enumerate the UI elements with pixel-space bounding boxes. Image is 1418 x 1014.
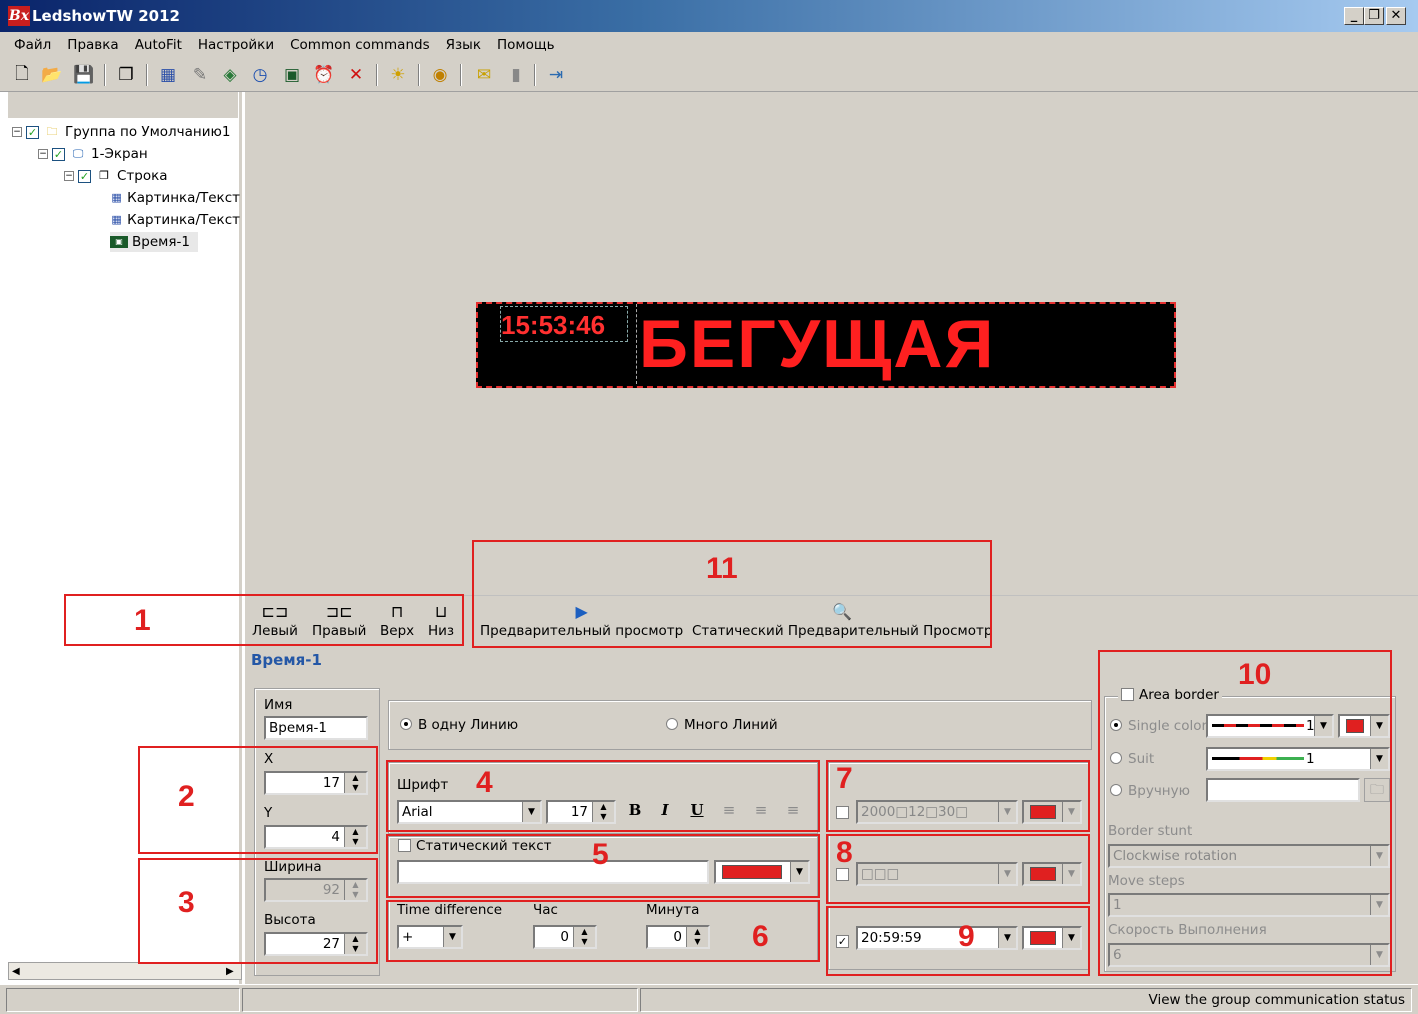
alarm-icon[interactable]: ⏰ bbox=[312, 63, 336, 87]
object-title: Время-1 bbox=[251, 651, 322, 669]
radio-icon bbox=[666, 718, 678, 730]
tree-label-screen: 1-Экран bbox=[91, 146, 148, 162]
lamp-icon[interactable]: ▮ bbox=[504, 63, 528, 87]
tree-label-item: Картинка/Текст bbox=[127, 190, 240, 206]
checkbox-checked-icon[interactable]: ✓ bbox=[26, 125, 39, 139]
annotation-box-7 bbox=[826, 760, 1090, 832]
timer-icon[interactable]: ▣ bbox=[280, 63, 304, 87]
subtitle-icon[interactable]: ✎ bbox=[188, 63, 212, 87]
tree-label-group: Группа по Умолчанию1 bbox=[65, 124, 231, 140]
annotation-box-8 bbox=[826, 834, 1090, 904]
monitor-icon: 🖵 bbox=[72, 147, 84, 160]
collapse-icon[interactable]: − bbox=[64, 171, 74, 181]
clock-element[interactable]: 15:53:46 bbox=[500, 306, 628, 342]
annotation-box-2 bbox=[138, 746, 378, 854]
flash-icon[interactable]: ◈ bbox=[218, 63, 242, 87]
annotation-number: 10 bbox=[1238, 658, 1272, 691]
annotation-number: 2 bbox=[178, 780, 195, 813]
tree-header bbox=[8, 92, 238, 118]
menu-common-commands[interactable]: Common commands bbox=[282, 33, 438, 57]
menu-bar: Файл Правка AutoFit Настройки Common command… bbox=[0, 32, 1418, 58]
new-file-icon[interactable]: 🗋 bbox=[10, 63, 34, 87]
annotation-number: 8 bbox=[836, 836, 853, 869]
clock-icon[interactable]: ◷ bbox=[248, 63, 272, 87]
tree-label-item: Картинка/Текст bbox=[127, 212, 240, 228]
annotation-number: 9 bbox=[958, 920, 975, 953]
brightness-icon[interactable]: ☀ bbox=[386, 63, 410, 87]
checkbox-checked-icon[interactable]: ✓ bbox=[78, 169, 91, 183]
tree-horizontal-scrollbar[interactable] bbox=[8, 962, 242, 980]
multi-line-label: Много Линий bbox=[684, 717, 778, 733]
program-icon: ❐ bbox=[99, 169, 109, 182]
status-cell-1 bbox=[6, 988, 240, 1012]
screens-icon[interactable]: ❐ bbox=[114, 63, 138, 87]
toolbar-separator bbox=[418, 64, 420, 86]
checkbox-checked-icon[interactable]: ✓ bbox=[52, 147, 65, 161]
title-bar: Bx LedshowTW 2012 _ ❐ ✕ bbox=[0, 0, 1418, 32]
annotation-number: 1 bbox=[134, 604, 151, 637]
tree-label-item: Время-1 bbox=[132, 234, 190, 250]
power-icon[interactable]: ◉ bbox=[428, 63, 452, 87]
status-cell-2 bbox=[242, 988, 638, 1012]
name-label: Имя bbox=[264, 697, 293, 713]
scroll-right-icon[interactable]: ▶ bbox=[226, 966, 234, 977]
send-icon[interactable]: ✉ bbox=[472, 63, 496, 87]
open-folder-icon[interactable]: 📂 bbox=[40, 63, 64, 87]
picture-text-icon[interactable]: ▦ bbox=[156, 63, 180, 87]
annotation-box-1 bbox=[64, 594, 464, 646]
close-button[interactable]: ✕ bbox=[1386, 7, 1406, 25]
tree-node-item-selected[interactable]: ▣ Время-1 bbox=[110, 232, 198, 252]
toolbar-separator bbox=[104, 64, 106, 86]
single-line-label: В одну Линию bbox=[418, 717, 519, 733]
annotation-number: 3 bbox=[178, 886, 195, 919]
picture-text-icon: ▦ bbox=[111, 191, 122, 204]
scroll-text-element[interactable]: БЕГУЩАЯ bbox=[636, 304, 995, 384]
restore-button[interactable]: ❐ bbox=[1364, 7, 1384, 25]
radio-selected-icon bbox=[400, 718, 412, 730]
tree-node-item[interactable]: ▦ Картинка/Текст bbox=[110, 188, 240, 208]
toolbar-separator bbox=[146, 64, 148, 86]
collapse-icon[interactable]: − bbox=[38, 149, 48, 159]
annotation-number: 7 bbox=[836, 762, 853, 795]
menu-help[interactable]: Помощь bbox=[489, 33, 563, 57]
annotation-number: 5 bbox=[592, 838, 609, 871]
scroll-left-icon[interactable]: ◀ bbox=[12, 966, 20, 977]
toolbar-separator bbox=[534, 64, 536, 86]
picture-text-icon: ▦ bbox=[111, 213, 122, 226]
delete-icon[interactable]: ✕ bbox=[344, 63, 368, 87]
menu-language[interactable]: Язык bbox=[438, 33, 489, 57]
annotation-box-4 bbox=[386, 760, 820, 832]
tree-node-item[interactable]: ▦ Картинка/Текст bbox=[110, 210, 240, 230]
tree-node-program[interactable]: − ✓ ❐ Строка bbox=[64, 166, 240, 186]
toolbar: 🗋 📂 💾 ❐ ▦ ✎ ◈ ◷ ▣ ⏰ ✕ ☀ ◉ ✉ ▮ ⇥ bbox=[0, 58, 1418, 92]
status-cell-3[interactable]: View the group communication status bbox=[640, 988, 1412, 1012]
annotation-box-10 bbox=[1098, 650, 1392, 976]
annotation-number: 11 bbox=[706, 552, 738, 585]
exit-icon[interactable]: ⇥ bbox=[544, 63, 568, 87]
collapse-icon[interactable]: − bbox=[12, 127, 22, 137]
tree-node-group[interactable]: − ✓ 🗀 Группа по Умолчанию1 bbox=[12, 122, 240, 142]
minimize-button[interactable]: _ bbox=[1344, 7, 1364, 25]
save-icon[interactable]: 💾 bbox=[72, 63, 96, 87]
menu-edit[interactable]: Правка bbox=[59, 33, 126, 57]
window-title: LedshowTW 2012 bbox=[32, 7, 180, 25]
multi-line-radio[interactable]: Много Линий bbox=[666, 717, 778, 733]
menu-file[interactable]: Файл bbox=[6, 33, 59, 57]
folder-icon: 🗀 bbox=[46, 125, 58, 138]
name-input[interactable]: Время-1 bbox=[264, 716, 368, 740]
single-line-radio[interactable]: В одну Линию bbox=[400, 717, 518, 733]
annotation-number: 6 bbox=[752, 920, 769, 953]
tree-label-program: Строка bbox=[117, 168, 168, 184]
menu-autofit[interactable]: AutoFit bbox=[127, 33, 190, 57]
annotation-box-3 bbox=[138, 858, 378, 964]
annotation-number: 4 bbox=[476, 766, 493, 799]
menu-settings[interactable]: Настройки bbox=[190, 33, 282, 57]
timer-icon: ▣ bbox=[110, 236, 128, 248]
toolbar-separator bbox=[460, 64, 462, 86]
status-text: View the group communication status bbox=[1148, 992, 1405, 1008]
app-logo-icon: Bx bbox=[8, 6, 30, 26]
toolbar-separator bbox=[376, 64, 378, 86]
tree-node-screen[interactable]: − ✓ 🖵 1-Экран bbox=[38, 144, 240, 164]
